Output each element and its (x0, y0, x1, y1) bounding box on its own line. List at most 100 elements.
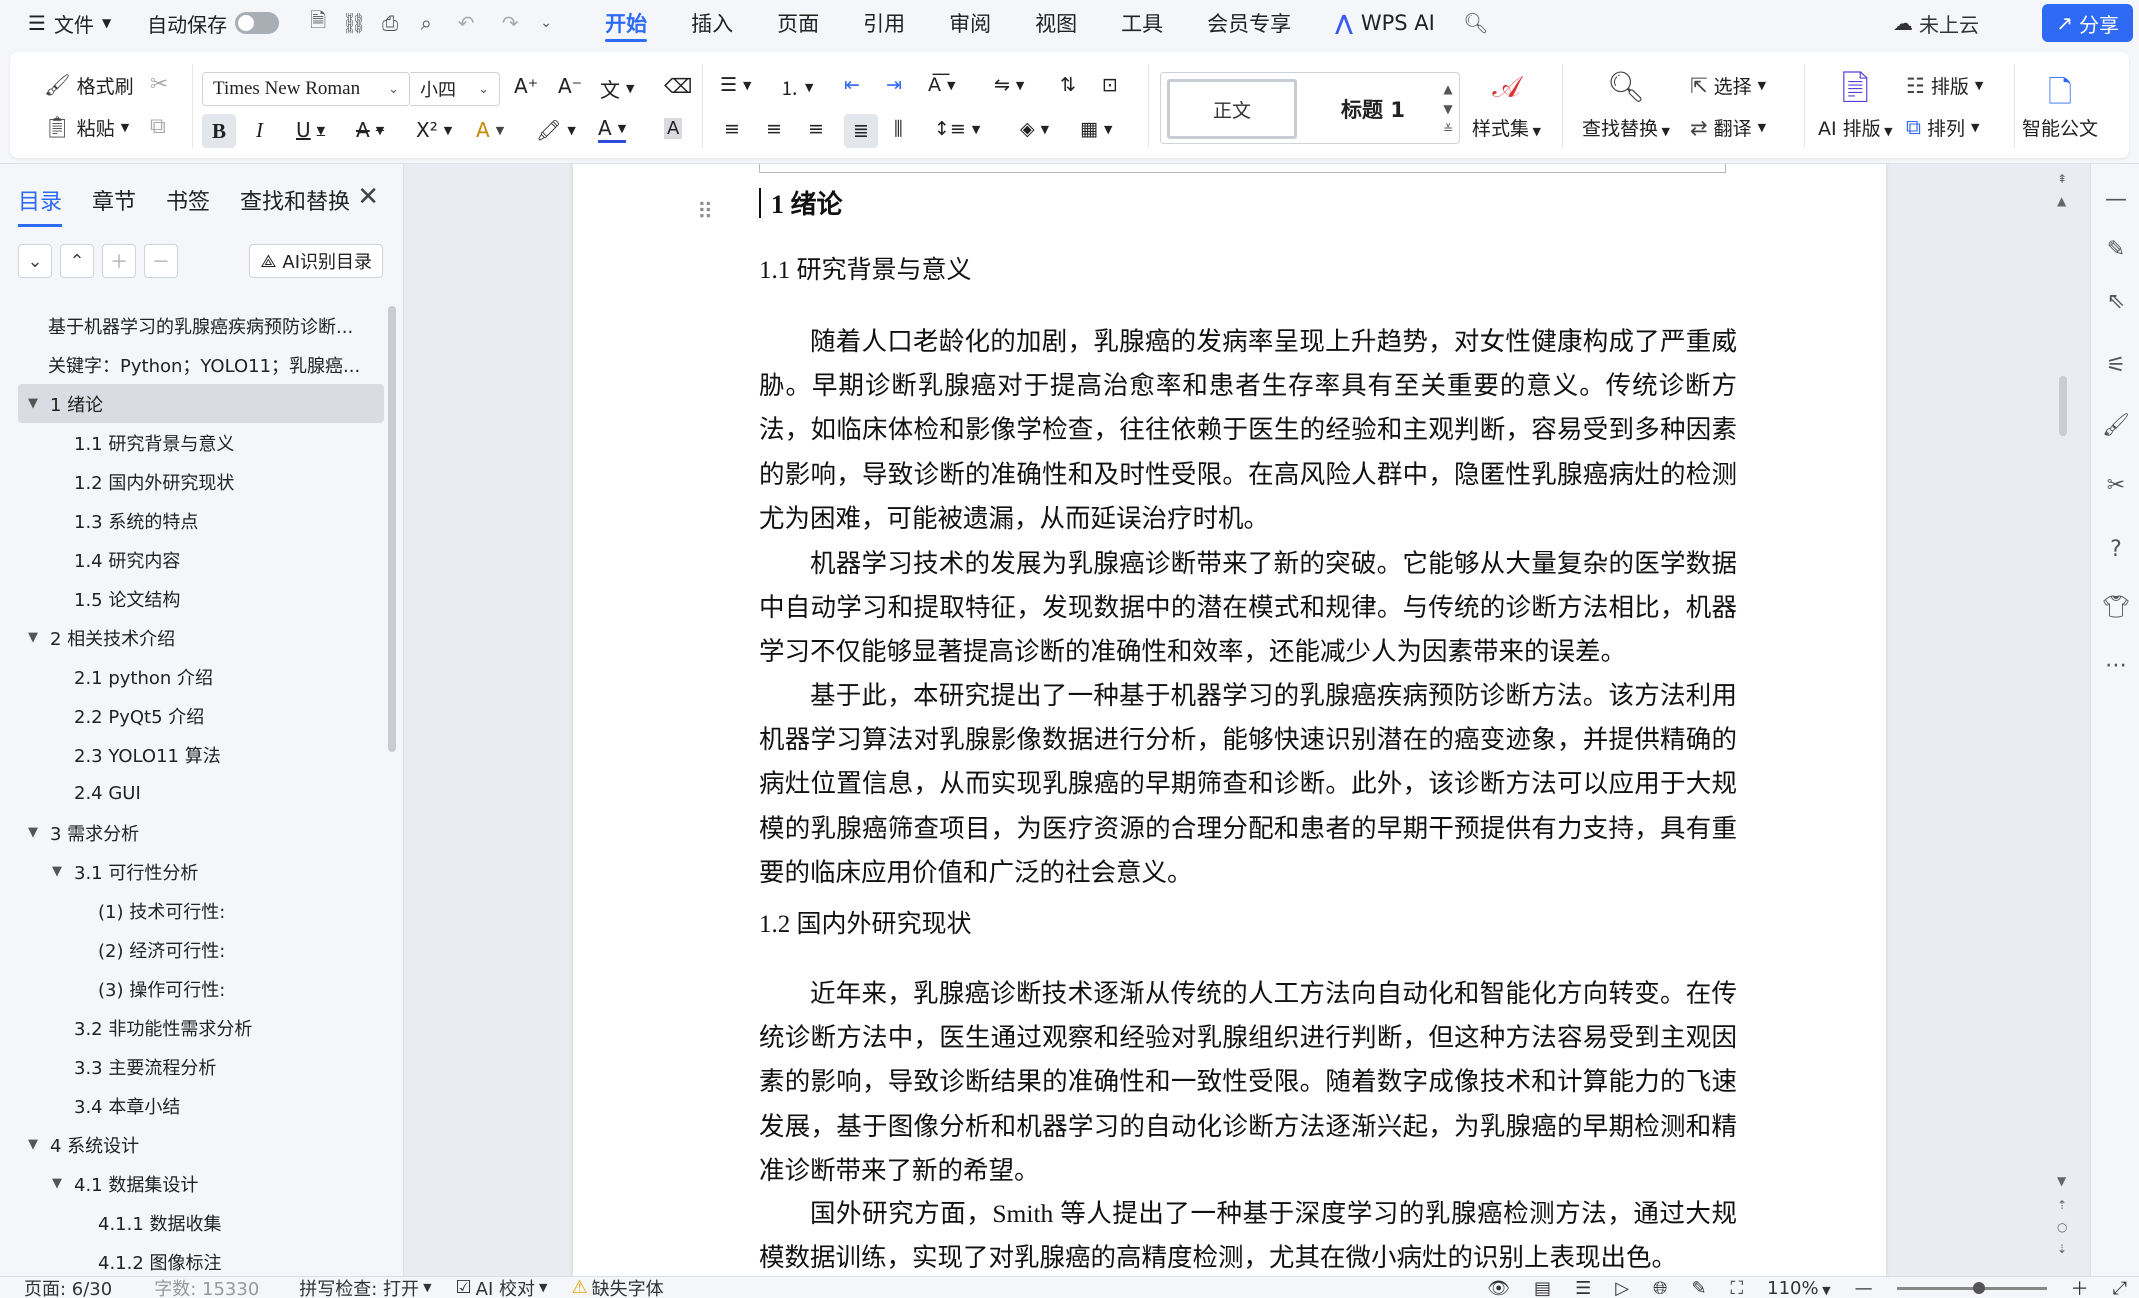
toc-item[interactable]: 1.4 研究内容 (18, 540, 384, 579)
line-spacing-icon[interactable]: ↕≡ ▼ (934, 118, 980, 140)
underline-button[interactable]: U ▼ (296, 118, 325, 142)
nav-tab-find-replace[interactable]: 查找和替换 (240, 184, 350, 227)
toc-item[interactable]: 基于机器学习的乳腺癌疾病预防诊断... (18, 306, 384, 345)
show-marks-icon[interactable]: ⊡ (1102, 74, 1118, 96)
translate-button[interactable]: ⇄ 翻译 ▼ (1690, 114, 1766, 141)
toc-item[interactable]: 2.2 PyQt5 介绍 (18, 696, 384, 735)
italic-button[interactable]: I (256, 118, 263, 143)
ai-toc-button[interactable]: ⟁ AI识别目录 (249, 244, 383, 278)
expand-arrow-icon[interactable]: ▼ (46, 864, 68, 879)
select-browse-icon[interactable]: ○ (2057, 1220, 2067, 1234)
toc-item[interactable]: (2) 经济可行性: (18, 930, 384, 969)
paragraph[interactable]: 基于此，本研究提出了一种基于机器学习的乳腺癌疾病预防诊断方法。该方法利用机器学习… (759, 674, 1737, 895)
shrink-font-icon[interactable]: A⁻ (558, 74, 582, 98)
heading-2[interactable]: 1.1 研究背景与意义 (759, 250, 972, 286)
collapse-down-icon[interactable]: ⌄ (18, 244, 52, 278)
toc-item[interactable]: (3) 操作可行性: (18, 969, 384, 1008)
toc-item[interactable]: 2.3 YOLO11 算法 (18, 735, 384, 774)
style-heading1[interactable]: 标题 1 (1313, 79, 1433, 139)
toc-item[interactable]: 1.1 研究背景与意义 (18, 423, 384, 462)
play-icon[interactable]: ▷ (1615, 1278, 1629, 1298)
toc-item[interactable]: 关键字：Python；YOLO11；乳腺癌... (18, 345, 384, 384)
decrease-indent-icon[interactable]: ⇤ (844, 74, 860, 96)
superscript-button[interactable]: X² ▼ (416, 118, 452, 142)
missing-font-warning[interactable]: ⚠ 缺失字体 (559, 1275, 675, 1298)
highlight-icon[interactable]: 🖍 ▼ (536, 118, 576, 142)
brush-icon[interactable]: 🖌 (2101, 410, 2131, 440)
ai-proofread-button[interactable]: ☑ AI 校对 ▼ (444, 1275, 560, 1298)
toc-item[interactable]: 3.2 非功能性需求分析 (18, 1008, 384, 1047)
more-chevron-icon[interactable]: ⌄ (531, 8, 561, 38)
toc-item[interactable]: 3.3 主要流程分析 (18, 1047, 384, 1086)
zoom-in-icon[interactable]: ＋ (2071, 1275, 2089, 1298)
toc-item[interactable]: ▼ 1 绪论 (18, 384, 384, 423)
toc-item[interactable]: (1) 技术可行性: (18, 891, 384, 930)
page-view-icon[interactable]: ▤ (1534, 1278, 1551, 1298)
zoom-slider-thumb[interactable] (1972, 1281, 1985, 1294)
phonetic-guide-icon[interactable]: 文 ▼ (600, 74, 634, 103)
shading-icon[interactable]: ◈ ▼ (1020, 118, 1049, 140)
expand-arrow-icon[interactable]: ▼ (46, 1176, 68, 1191)
add-heading-icon[interactable]: ＋ (102, 244, 136, 278)
find-replace-button[interactable]: 🔍︎ 查找替换 ▼ (1582, 70, 1670, 141)
toc-item[interactable]: 2.1 python 介绍 (18, 657, 384, 696)
print-preview-icon[interactable]: ⌕ (411, 8, 441, 38)
scroll-down-icon[interactable]: ▼ (2057, 1174, 2066, 1188)
clear-format-icon[interactable]: ⌫ (664, 74, 692, 98)
paragraph[interactable]: 随着人口老龄化的加剧，乳腺癌的发病率呈现上升趋势，对女性健康构成了严重威胁。早期… (759, 320, 1737, 541)
fullscreen-icon[interactable]: ⤢ (2113, 1278, 2127, 1298)
document-page[interactable]: ⠿ 1 绪论 1.1 研究背景与意义 随着人口老龄化的加剧，乳腺癌的发病率呈现上… (573, 164, 1886, 1276)
style-set-button[interactable]: 𝒜 样式集 ▼ (1472, 70, 1541, 141)
align-right-icon[interactable]: ≡ (808, 118, 824, 140)
tab-references[interactable]: 引用 (841, 0, 927, 46)
scroll-top-icon[interactable]: ⇞ (2057, 172, 2067, 186)
toc-item[interactable]: ▼ 4 系统设计 (18, 1125, 384, 1164)
tab-wps-ai[interactable]: ⋀ WPS AI (1313, 0, 1457, 46)
word-count[interactable]: 字数: 15330 (124, 1275, 271, 1298)
zoom-slider[interactable] (1896, 1281, 2047, 1294)
toc-item[interactable]: ▼ 3 需求分析 (18, 813, 384, 852)
save-icon[interactable]: 🗎 (303, 8, 333, 38)
fit-page-icon[interactable]: ⛶ (1731, 1278, 1744, 1298)
toc-item[interactable]: ▼ 4.1 数据集设计 (18, 1164, 384, 1203)
print-icon[interactable]: ⎙ (375, 8, 405, 38)
tab-home[interactable]: 开始 (583, 0, 669, 46)
paragraph[interactable]: 机器学习技术的发展为乳腺癌诊断带来了新的突破。它能够从大量复杂的医学数据中自动学… (759, 542, 1737, 675)
char-shading-icon[interactable]: A (664, 118, 683, 139)
sort-icon[interactable]: ⇅ (1060, 74, 1076, 96)
help-icon[interactable]: ? (2101, 534, 2131, 564)
expand-arrow-icon[interactable]: ▼ (22, 825, 44, 840)
strikethrough-button[interactable]: A ▼ (356, 118, 384, 142)
align-center-icon[interactable]: ≡ (766, 118, 782, 140)
bullet-list-icon[interactable]: ☰ ▼ (720, 74, 752, 96)
scroll-up-icon[interactable]: ▲ (2057, 194, 2066, 208)
pen-icon[interactable]: ✎ (2101, 234, 2131, 264)
toc-item[interactable]: 3.4 本章小结 (18, 1086, 384, 1125)
ai-layout-button[interactable]: 📄︎ AI 排版 ▼ (1818, 70, 1893, 141)
grow-font-icon[interactable]: A⁺ (514, 74, 538, 98)
tab-page[interactable]: 页面 (755, 0, 841, 46)
collapse-icon[interactable]: — (2101, 184, 2131, 214)
close-icon[interactable]: ✕ (357, 182, 379, 212)
heading-1[interactable]: 1 绪论 (759, 184, 843, 221)
toc-item[interactable]: ▼ 2 相关技术介绍 (18, 618, 384, 657)
tab-view[interactable]: 视图 (1013, 0, 1099, 46)
format-painter-button[interactable]: 🖌 格式刷 (44, 72, 134, 99)
smart-doc-button[interactable]: 🗋 智能公文 (2022, 70, 2098, 141)
distributed-align-icon[interactable]: ⫼ (894, 118, 903, 140)
text-effect-icon[interactable]: A ▼ (476, 118, 504, 142)
toggle-switch[interactable] (235, 12, 280, 34)
text-direction-icon[interactable]: A͞ ▼ (928, 74, 955, 96)
border-icon[interactable]: ▦ ▼ (1080, 118, 1112, 140)
share-button[interactable]: ↗ 分享 (2042, 4, 2133, 42)
style-normal[interactable]: 正文 (1167, 79, 1297, 139)
toc-item[interactable]: 2.4 GUI (18, 774, 384, 813)
tab-tools[interactable]: 工具 (1099, 0, 1185, 46)
toc-item[interactable]: 1.5 论文结构 (18, 579, 384, 618)
align-left-icon[interactable]: ≡ (724, 118, 740, 140)
toc-item[interactable]: ▼ 3.1 可行性分析 (18, 852, 384, 891)
font-color-icon[interactable]: A ▼ (598, 116, 627, 143)
cut-button[interactable]: ✂ (150, 72, 168, 97)
redo-icon[interactable]: ↷ (495, 8, 525, 38)
tab-insert[interactable]: 插入 (669, 0, 755, 46)
